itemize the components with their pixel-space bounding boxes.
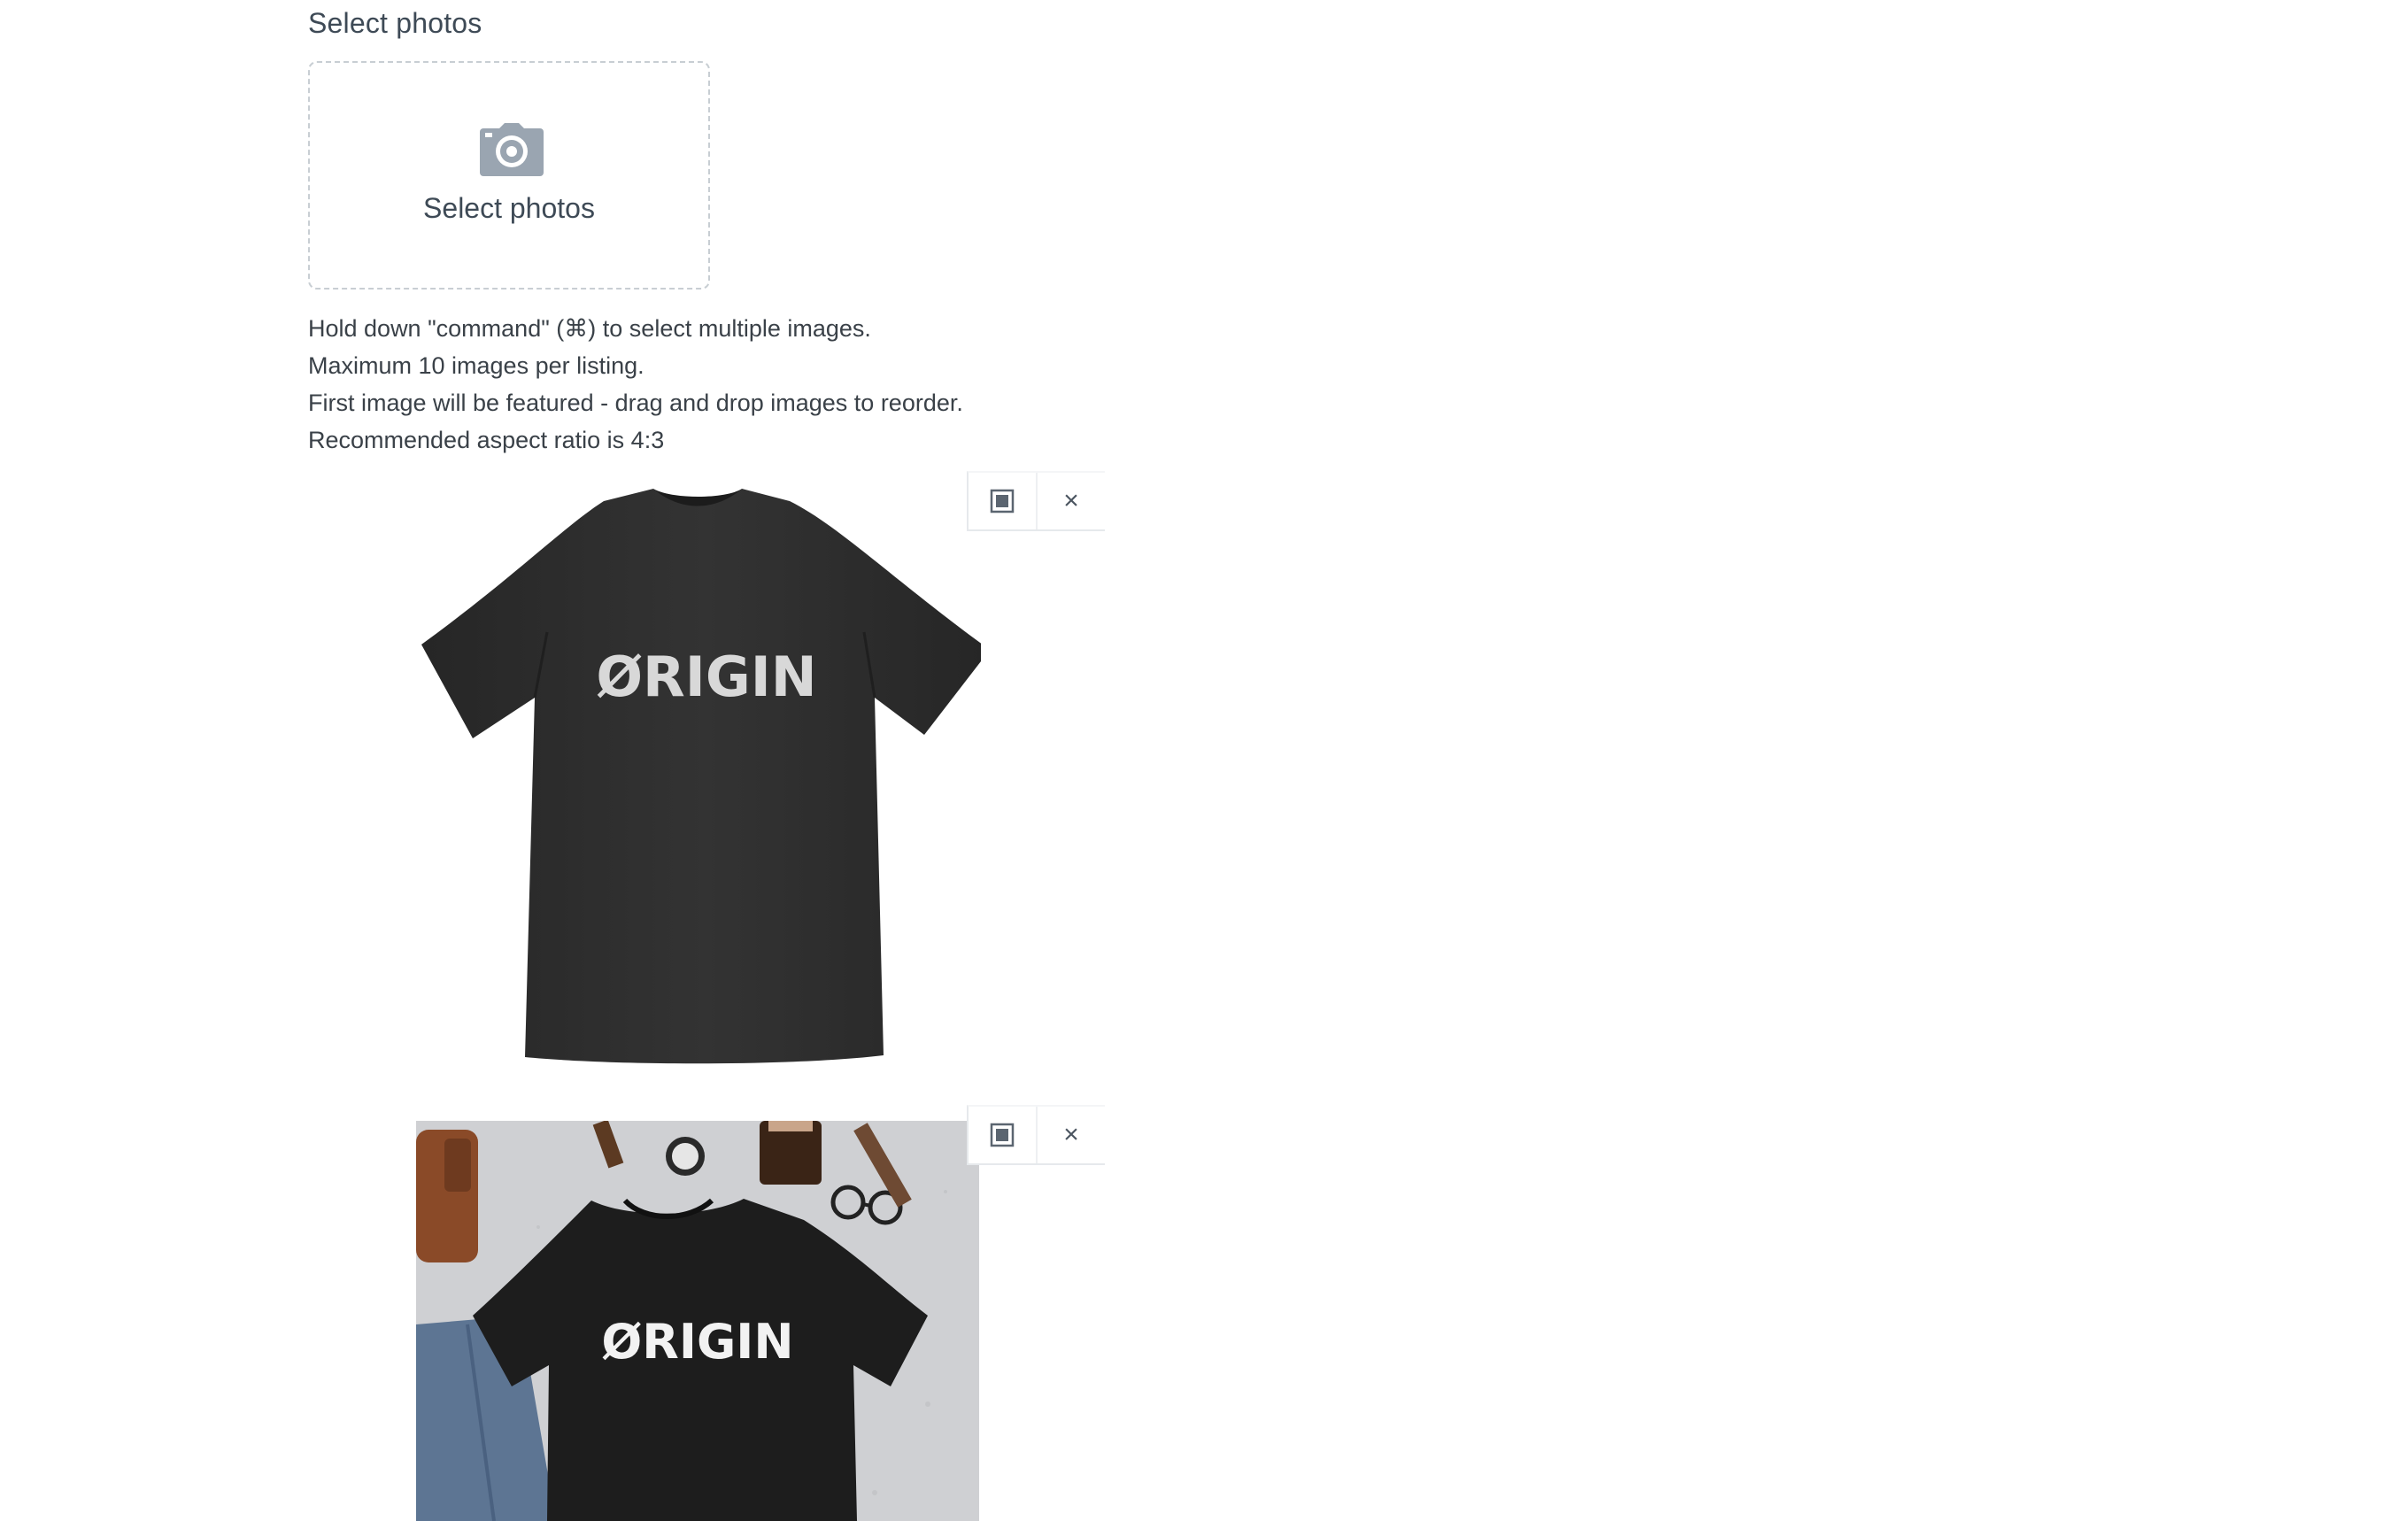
help-line-reorder: First image will be featured - drag and …	[308, 390, 963, 416]
photo-controls: ×	[967, 1105, 1105, 1165]
close-icon: ×	[1063, 486, 1079, 515]
shirt-print-text: ØRIGIN	[596, 645, 816, 709]
flatlay-photo: ØRIGIN	[416, 1121, 979, 1521]
section-label: Select photos	[308, 7, 482, 39]
crop-button[interactable]	[969, 473, 1036, 529]
crop-button[interactable]	[969, 1107, 1036, 1163]
tshirt-photo: ØRIGIN	[421, 489, 990, 1064]
help-line-aspect-ratio: Recommended aspect ratio is 4:3	[308, 427, 665, 453]
photo-thumbnail[interactable]: ØRIGIN	[414, 1121, 981, 1521]
camera-icon	[480, 123, 544, 176]
select-photos-label: Select photos	[423, 192, 595, 224]
help-text: Hold down "command" (⌘) to select multip…	[308, 310, 963, 459]
remove-photo-button[interactable]: ×	[1036, 473, 1105, 529]
close-icon: ×	[1063, 1120, 1079, 1149]
photo-upload-page: Select photos Select photos Hold down "c…	[0, 0, 2408, 1521]
help-line-max-images: Maximum 10 images per listing.	[308, 352, 644, 379]
photo-thumbnail[interactable]: ØRIGIN	[414, 473, 990, 1075]
help-line-multiselect: Hold down "command" (⌘) to select multip…	[308, 315, 871, 342]
crop-icon	[990, 489, 1015, 513]
remove-photo-button[interactable]: ×	[1036, 1107, 1105, 1163]
shirt-print-text: ØRIGIN	[601, 1314, 793, 1370]
photo-controls: ×	[967, 471, 1105, 531]
crop-icon	[990, 1123, 1015, 1147]
select-photos-dropzone[interactable]: Select photos	[308, 61, 710, 290]
